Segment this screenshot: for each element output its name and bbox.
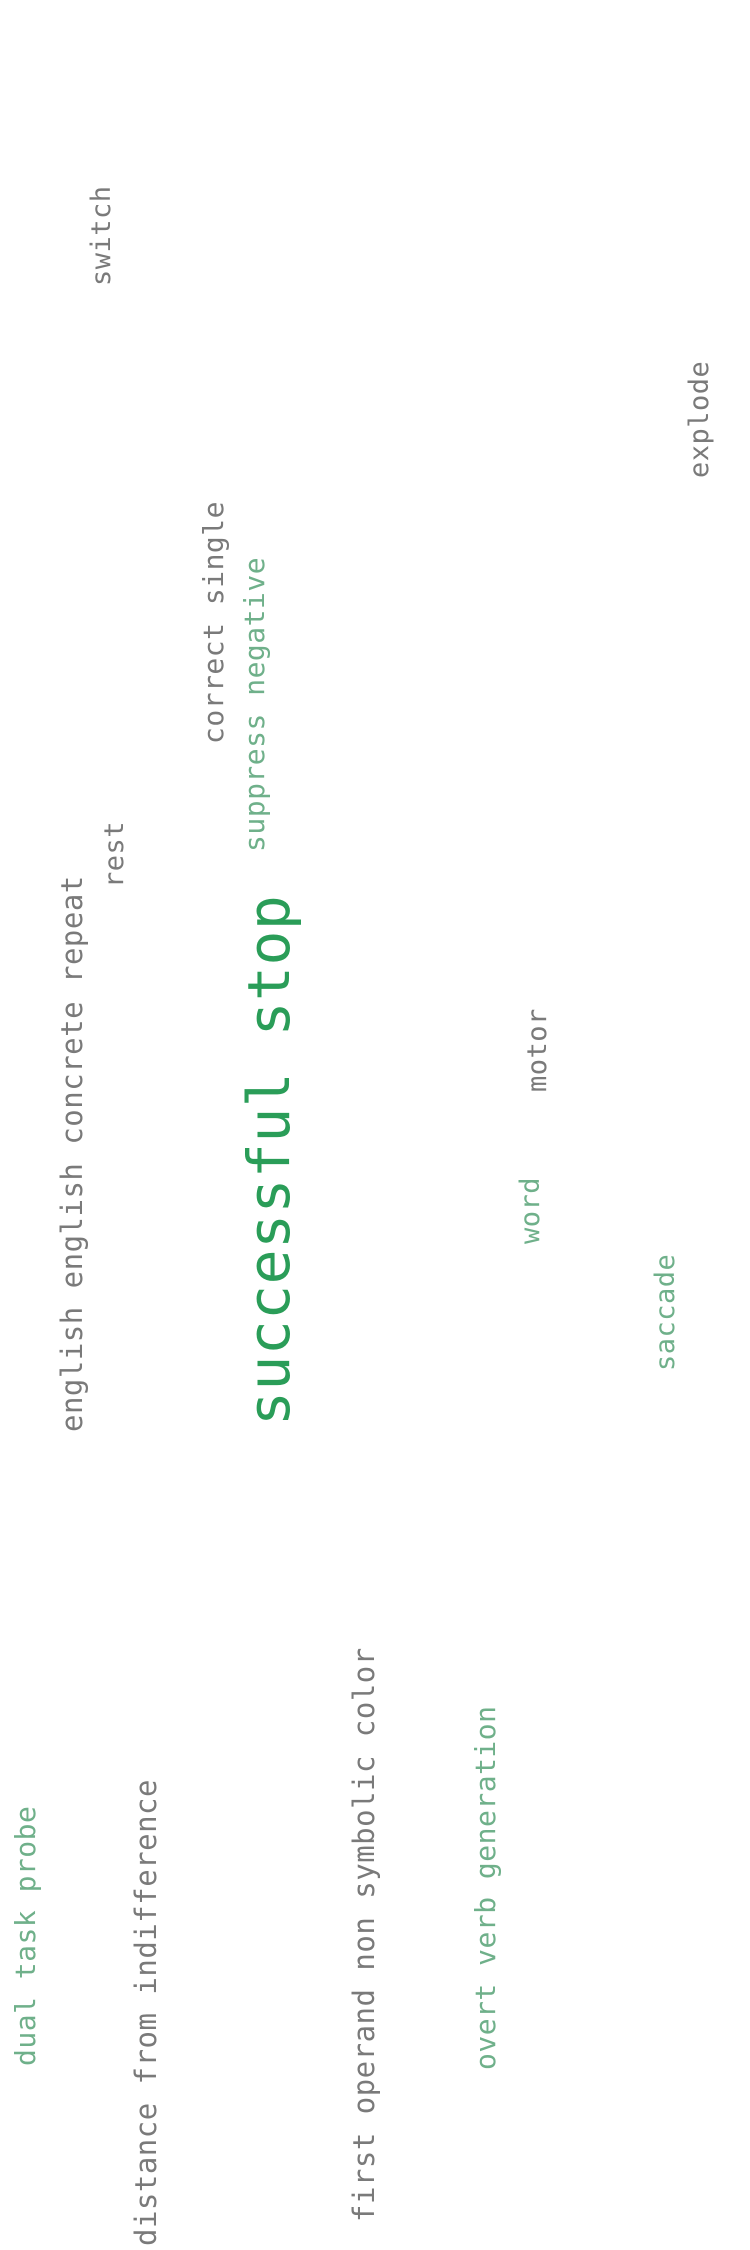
word-overt-verb-generation: overt verb generation: [469, 1705, 502, 2070]
word-suppress-negative: suppress negative: [238, 556, 271, 852]
word-switch: switch: [86, 185, 117, 286]
word-correct-single: correct single: [197, 500, 230, 744]
word-motor: motor: [522, 1008, 553, 1092]
word-dual-task-probe: dual task probe: [9, 1805, 42, 2066]
word-word: word: [515, 1176, 546, 1244]
word-first-operand: first operand non symbolic color: [347, 1647, 381, 2222]
word-rest: rest: [99, 820, 130, 888]
word-successful-stop: successful stop: [235, 894, 303, 1426]
word-saccade: saccade: [650, 1253, 681, 1371]
word-english-concrete-repeat: english english concrete repeat: [55, 875, 89, 1432]
word-explode: explode: [684, 360, 715, 478]
word-distance-from-indifference: distance from indifference: [129, 1779, 163, 2246]
